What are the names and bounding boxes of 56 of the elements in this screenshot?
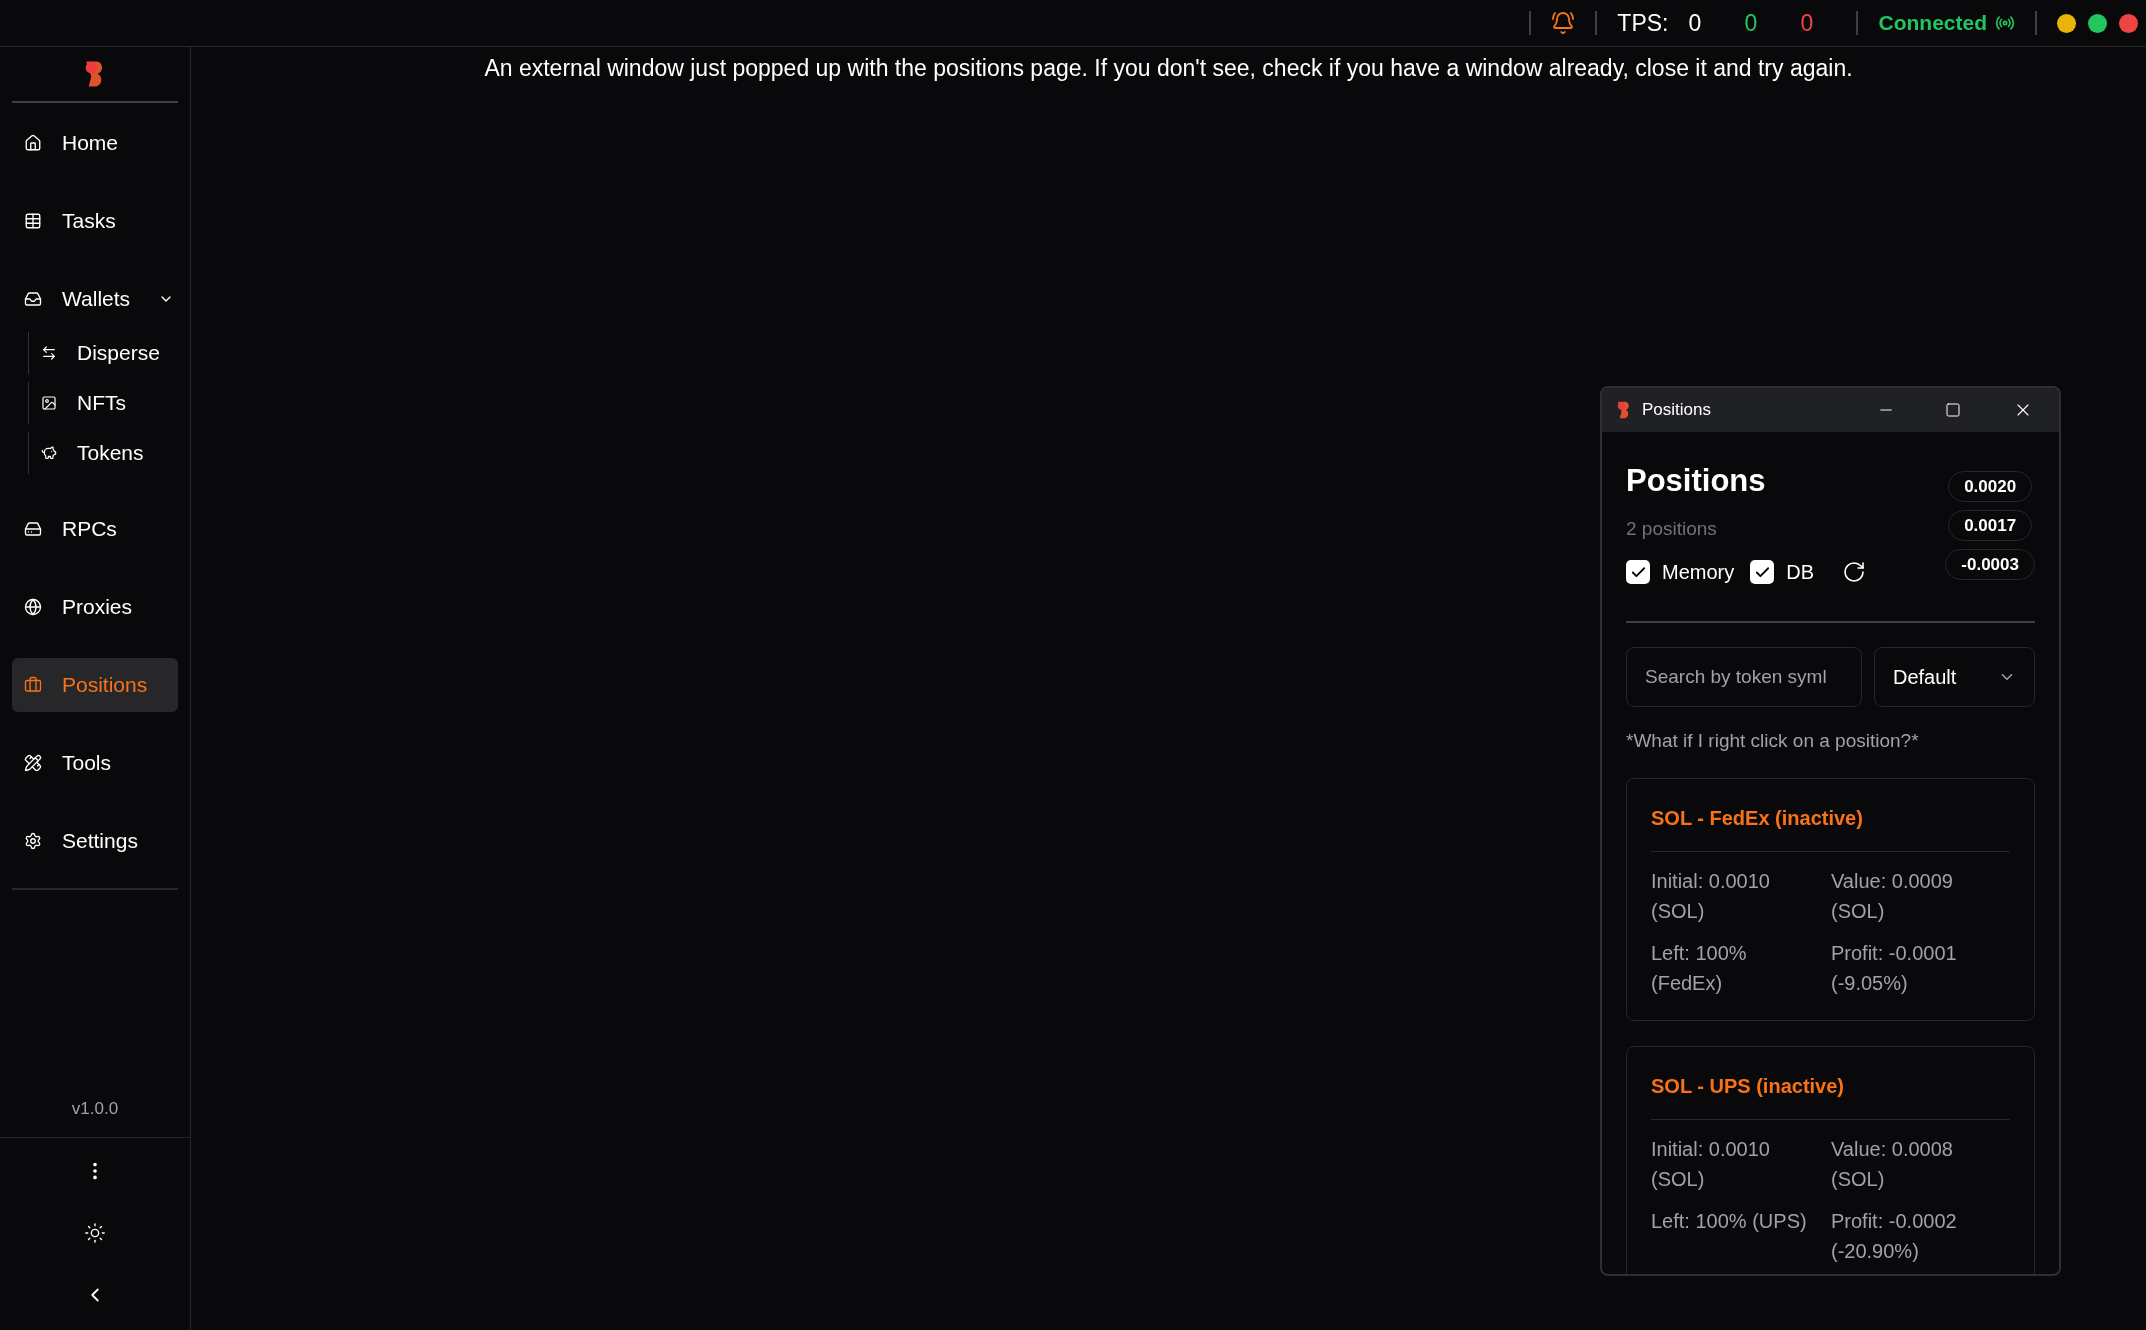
sidebar-item[interactable]: Tools: [12, 736, 178, 790]
sun-icon[interactable]: [84, 1222, 106, 1244]
page-heading: Positions: [1626, 462, 1767, 500]
sidebar-subitem[interactable]: Disperse: [29, 328, 172, 378]
checkbox[interactable]: [1626, 560, 1650, 584]
info-message: An external window just popped up with the positions page. If you don't see, check if you have a window already, close it and try again.: [483, 54, 1854, 83]
sidebar-item[interactable]: Proxies: [12, 580, 178, 634]
position-stat: Left: 100% (FedEx): [1651, 940, 1748, 996]
tps-label: TPS:: [1617, 8, 1669, 38]
piggy-bank-icon: [41, 445, 57, 461]
arrows-icon: [41, 345, 57, 361]
hint-text: *What if I right click on a position?*: [1626, 729, 1920, 753]
sort-dropdown[interactable]: Default: [1874, 647, 2035, 707]
house-icon: [24, 134, 42, 152]
refresh-icon[interactable]: [1842, 560, 1867, 584]
sidebar-item[interactable]: Wallets: [12, 272, 178, 326]
position-stat: Initial: 0.0010 (SOL): [1651, 1136, 1771, 1192]
position-stat: Value: 0.0009 (SOL): [1831, 868, 1954, 924]
positions-count: 2 positions: [1626, 516, 1718, 541]
settings-icon: [24, 832, 42, 850]
position-stat: Value: 0.0008 (SOL): [1831, 1136, 1954, 1192]
sidebar-subitem[interactable]: Tokens: [29, 428, 156, 478]
signal-icon: [1995, 13, 2015, 33]
alarm-bell-icon[interactable]: [1551, 11, 1576, 35]
tps-value: 0: [1688, 8, 1703, 38]
sidebar-item[interactable]: Tasks: [12, 194, 178, 248]
sidebar-item[interactable]: Positions: [12, 658, 178, 712]
drive-icon: [24, 520, 42, 538]
position-title: SOL - FedEx (inactive): [1651, 806, 1863, 829]
image-icon: [41, 395, 57, 411]
sidebar-subitem[interactable]: NFTs: [29, 378, 138, 428]
sidebar-item[interactable]: RPCs: [12, 502, 178, 556]
sidebar-item[interactable]: Settings: [12, 814, 178, 868]
position-card[interactable]: SOL - FedEx (inactive) Initial: 0.0010 (SOL) Value: 0.0009 (SOL) Left: 100% (FedEx) Profit: -0.0001 (-9.05%): [1626, 777, 2035, 1021]
position-stat: Profit: -0.0002 (-20.90%): [1831, 1208, 1958, 1264]
search-field[interactable]: Search by token syml: [1626, 647, 1862, 707]
wallet-icon: [24, 290, 42, 308]
grid-icon: [24, 212, 42, 230]
briefcase-icon: [24, 676, 42, 694]
connection-status: Connected: [1878, 10, 1987, 37]
position-stat: Left: 100% (UPS): [1651, 1208, 1808, 1234]
version-label: v1.0.0: [71, 1097, 119, 1120]
checkbox-label: DB: [1786, 560, 1815, 585]
position-title: SOL - UPS (inactive): [1651, 1074, 1844, 1097]
tps-value: 0: [1800, 8, 1815, 38]
maximize-icon[interactable]: [1945, 402, 1961, 418]
position-stat: Profit: -0.0001 (-9.05%): [1831, 940, 1958, 996]
checkbox[interactable]: [1750, 560, 1775, 584]
window-title: Positions: [1642, 399, 1712, 422]
globe-icon: [24, 598, 42, 616]
checkbox-label: Memory: [1662, 560, 1735, 585]
position-stat: Initial: 0.0010 (SOL): [1651, 868, 1771, 924]
sidebar-item[interactable]: Home: [12, 116, 178, 170]
position-card[interactable]: SOL - UPS (inactive) Initial: 0.0010 (SOL) Value: 0.0008 (SOL) Left: 100% (UPS) Profit: -0.0002 (-20.90%): [1626, 1045, 2035, 1274]
tps-value: 0: [1744, 8, 1759, 38]
tools-icon: [24, 754, 42, 772]
